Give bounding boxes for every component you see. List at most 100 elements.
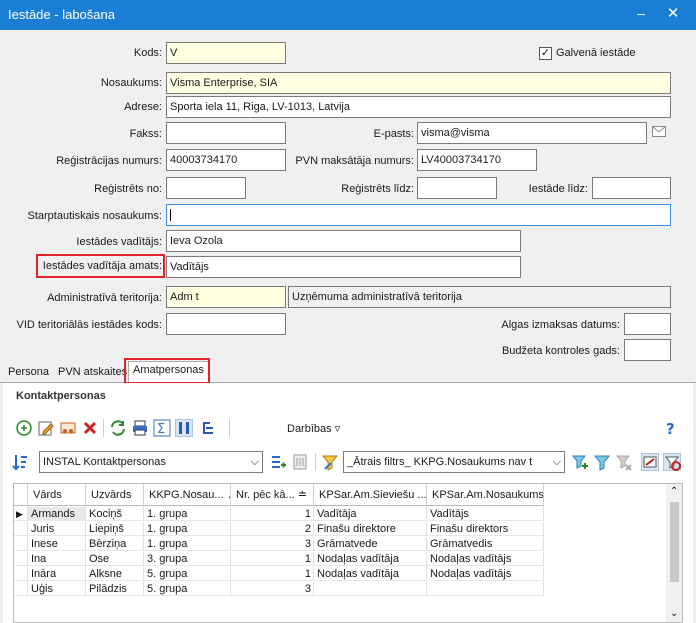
refresh-icon[interactable] bbox=[109, 419, 127, 437]
kods-input[interactable]: V bbox=[166, 42, 286, 64]
table-cell[interactable]: Juris bbox=[28, 522, 86, 536]
table-cell[interactable]: Nodaļas vadītājs bbox=[427, 567, 544, 581]
view-select[interactable]: INSTAL Kontaktpersonas ⌵ bbox=[39, 451, 263, 473]
envelope-icon[interactable] bbox=[652, 126, 666, 138]
admter-code-input[interactable]: Adm t bbox=[166, 286, 286, 308]
budzeta-input[interactable] bbox=[624, 339, 671, 361]
table-cell[interactable]: Vadītāja bbox=[314, 507, 427, 521]
col-header-nr[interactable]: Nr. pēc kā... ≐ bbox=[231, 484, 314, 506]
table-cell[interactable] bbox=[427, 582, 544, 596]
filter-select[interactable]: _Ātrais filtrs_ KKPG.Nosaukums nav t ⌵ bbox=[343, 451, 565, 473]
table-cell[interactable]: 2 bbox=[231, 522, 314, 536]
tree-icon[interactable] bbox=[199, 419, 217, 437]
add-filter-icon[interactable] bbox=[571, 453, 589, 471]
columns-icon[interactable] bbox=[175, 419, 193, 437]
table-cell[interactable]: Kociņš bbox=[86, 507, 144, 521]
minimize-button[interactable]: – bbox=[632, 5, 650, 23]
vaditajs-input[interactable]: Ieva Ozola bbox=[166, 230, 521, 252]
regno-input[interactable] bbox=[166, 177, 246, 199]
copy-icon[interactable] bbox=[59, 419, 77, 437]
actions-menu[interactable]: Darbības ▿ bbox=[287, 422, 340, 435]
table-cell[interactable]: Liepiņš bbox=[86, 522, 144, 536]
algas-input[interactable] bbox=[624, 313, 671, 335]
help-icon[interactable]: ? bbox=[662, 419, 680, 437]
nosaukums-input[interactable]: Visma Enterprise, SIA bbox=[166, 72, 671, 94]
col-header-nosaukums[interactable]: KPSar.Am.Nosaukums bbox=[427, 484, 544, 506]
table-cell[interactable]: Bērziņa bbox=[86, 537, 144, 551]
row-selector[interactable] bbox=[14, 552, 28, 566]
epasts-input[interactable]: visma@visma bbox=[417, 122, 647, 144]
tab-pvn-atskaites[interactable]: PVN atskaites bbox=[54, 364, 131, 382]
close-button[interactable]: ✕ bbox=[664, 4, 682, 22]
export-icon[interactable] bbox=[641, 453, 659, 471]
table-cell[interactable]: Ose bbox=[86, 552, 144, 566]
table-cell[interactable]: Nodaļas vadītāja bbox=[314, 567, 427, 581]
col-header-kkpg[interactable]: KKPG.Nosau... ▲ bbox=[144, 484, 231, 506]
table-cell[interactable]: Nodaļas vadītājs bbox=[427, 552, 544, 566]
vertical-scrollbar[interactable]: ⌃ ⌄ bbox=[666, 484, 682, 622]
tab-persona[interactable]: Persona bbox=[4, 364, 53, 382]
vid-input[interactable] bbox=[166, 313, 286, 335]
iestlidz-input[interactable] bbox=[592, 177, 671, 199]
edit-icon[interactable] bbox=[37, 419, 55, 437]
table-cell[interactable]: 5. grupa bbox=[144, 567, 231, 581]
col-header-sieviesu[interactable]: KPSar.Am.Sieviešu ... bbox=[314, 484, 427, 506]
kontaktpersonas-panel: Kontaktpersonas Σ Darbības ▿ ? INSTAL Ko… bbox=[3, 383, 693, 623]
table-cell[interactable]: Grāmatvedis bbox=[427, 537, 544, 551]
scroll-down-icon[interactable]: ⌄ bbox=[670, 608, 678, 619]
filter-edit-icon[interactable] bbox=[321, 453, 339, 471]
table-cell[interactable] bbox=[314, 582, 427, 596]
fakss-input[interactable] bbox=[166, 122, 286, 144]
clear-filter-icon[interactable] bbox=[663, 453, 681, 471]
regnr-input[interactable]: 40003734170 bbox=[166, 149, 286, 171]
starpt-input[interactable] bbox=[166, 204, 671, 226]
reglidz-input[interactable] bbox=[417, 177, 497, 199]
col-header-uzvards[interactable]: Uzvārds bbox=[86, 484, 144, 506]
table-cell[interactable]: 3. grupa bbox=[144, 552, 231, 566]
table-cell[interactable]: Finašu direktors bbox=[427, 522, 544, 536]
table-cell[interactable]: 5. grupa bbox=[144, 582, 231, 596]
tab-strip: Persona PVN atskaites Amatpersonas bbox=[0, 361, 696, 383]
table-cell[interactable]: 1. grupa bbox=[144, 522, 231, 536]
table-cell[interactable]: 1. grupa bbox=[144, 537, 231, 551]
row-selector[interactable] bbox=[14, 582, 28, 596]
pvn-input[interactable]: LV40003734170 bbox=[417, 149, 537, 171]
sort-icon[interactable] bbox=[11, 453, 29, 471]
adrese-input[interactable]: Sporta iela 11, Riga, LV-1013, Latvija bbox=[166, 96, 671, 118]
table-cell[interactable]: Vadītājs bbox=[427, 507, 544, 521]
row-selector[interactable] bbox=[14, 537, 28, 551]
table-cell[interactable]: Finašu direktore bbox=[314, 522, 427, 536]
table-cell[interactable]: Ināra bbox=[28, 567, 86, 581]
add-view-icon[interactable] bbox=[269, 453, 287, 471]
amats-input[interactable]: Vadītājs bbox=[166, 256, 521, 278]
table-cell[interactable]: Uģis bbox=[28, 582, 86, 596]
filter-disabled-icon[interactable] bbox=[615, 453, 633, 471]
table-cell[interactable]: Pilādzis bbox=[86, 582, 144, 596]
table-cell[interactable]: 1. grupa bbox=[144, 507, 231, 521]
table-cell[interactable]: Armands bbox=[28, 507, 86, 521]
print-icon[interactable] bbox=[131, 419, 149, 437]
view-settings-icon[interactable] bbox=[291, 453, 309, 471]
table-cell[interactable]: 3 bbox=[231, 537, 314, 551]
table-cell[interactable]: 1 bbox=[231, 507, 314, 521]
fakss-label: Fakss: bbox=[129, 128, 162, 140]
table-cell[interactable]: 3 bbox=[231, 582, 314, 596]
row-selector[interactable] bbox=[14, 567, 28, 581]
table-cell[interactable]: Ina bbox=[28, 552, 86, 566]
table-cell[interactable]: Alksne bbox=[86, 567, 144, 581]
scroll-up-icon[interactable]: ⌃ bbox=[670, 486, 678, 497]
table-cell[interactable]: Grāmatvede bbox=[314, 537, 427, 551]
sum-icon[interactable]: Σ bbox=[153, 419, 171, 437]
galvena-checkbox[interactable]: ✓ bbox=[539, 47, 552, 60]
table-cell[interactable]: 1 bbox=[231, 567, 314, 581]
table-cell[interactable]: Nodaļas vadītāja bbox=[314, 552, 427, 566]
filter-icon[interactable] bbox=[593, 453, 611, 471]
col-header-vards[interactable]: Vārds bbox=[28, 484, 86, 506]
table-cell[interactable]: 1 bbox=[231, 552, 314, 566]
row-selector[interactable] bbox=[14, 522, 28, 536]
delete-icon[interactable] bbox=[81, 419, 99, 437]
new-record-icon[interactable] bbox=[15, 419, 33, 437]
row-pointer-icon[interactable]: ▶ bbox=[14, 507, 28, 521]
scrollbar-thumb[interactable] bbox=[670, 502, 679, 582]
table-cell[interactable]: Inese bbox=[28, 537, 86, 551]
